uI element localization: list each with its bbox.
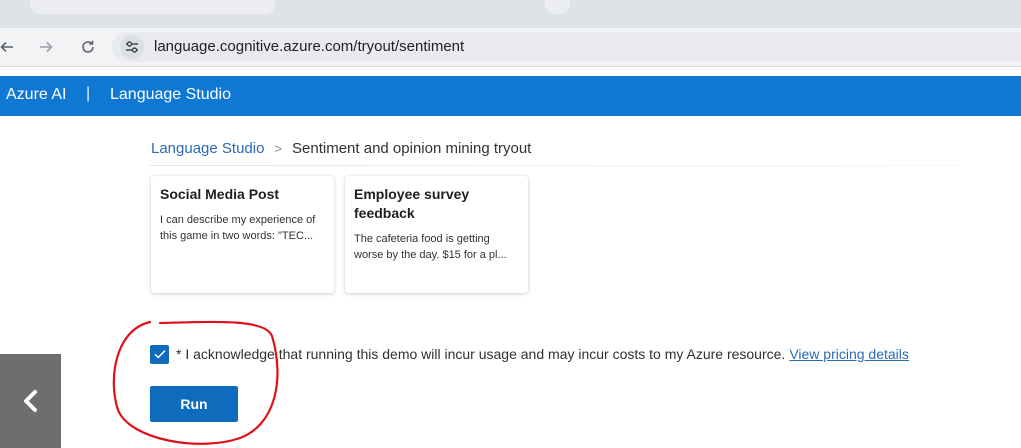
view-pricing-link[interactable]: View pricing details	[789, 346, 909, 362]
browser-tab[interactable]	[30, 0, 275, 14]
breadcrumb-separator: >	[274, 141, 283, 156]
acknowledge-text: * I acknowledge that running this demo w…	[176, 346, 786, 362]
run-button[interactable]: Run	[150, 386, 238, 422]
breadcrumb-current: Sentiment and opinion mining tryout	[292, 140, 532, 157]
sample-card-employee-survey[interactable]: Employee survey feedback The cafeteria f…	[345, 176, 528, 293]
divider	[150, 165, 960, 166]
app-title[interactable]: Language Studio	[110, 86, 231, 104]
side-back-button[interactable]	[0, 354, 61, 448]
sample-card-preview: The cafeteria food is getting worse by t…	[354, 233, 507, 261]
header-separator: |	[86, 85, 91, 102]
breadcrumb: Language Studio > Sentiment and opinion …	[151, 140, 531, 157]
brand-label[interactable]: Azure AI	[6, 86, 66, 104]
sample-card-preview: I can describe my experience of this gam…	[160, 214, 316, 242]
checkmark-icon	[153, 350, 166, 359]
app-header: Azure AI | Language Studio	[0, 76, 1021, 116]
sample-card-title: Employee survey feedback	[354, 186, 470, 221]
reload-icon[interactable]	[77, 36, 99, 58]
url-text[interactable]: language.cognitive.azure.com/tryout/sent…	[154, 38, 464, 55]
address-bar[interactable]: language.cognitive.azure.com/tryout/sent…	[112, 32, 1021, 62]
acknowledgement-row: * I acknowledge that running this demo w…	[150, 343, 909, 365]
browser-toolbar: language.cognitive.azure.com/tryout/sent…	[0, 28, 1021, 67]
chevron-left-icon	[23, 390, 37, 412]
site-settings-icon[interactable]	[120, 35, 144, 59]
breadcrumb-home-link[interactable]: Language Studio	[151, 140, 264, 157]
forward-arrow-icon[interactable]	[35, 36, 57, 58]
browser-tab-strip	[0, 0, 1021, 28]
acknowledge-checkbox[interactable]	[150, 344, 169, 364]
sample-card-title: Social Media Post	[160, 186, 280, 202]
sample-card-social-media[interactable]: Social Media Post I can describe my expe…	[151, 176, 334, 293]
back-arrow-icon[interactable]	[0, 36, 18, 58]
browser-tab[interactable]	[545, 0, 570, 14]
